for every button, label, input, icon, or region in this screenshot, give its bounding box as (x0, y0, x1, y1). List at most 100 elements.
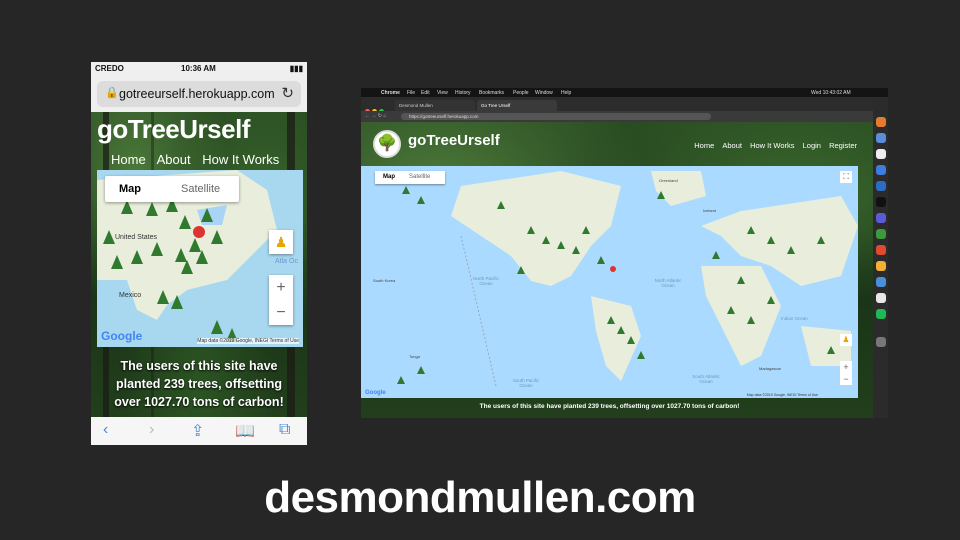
tab-satellite[interactable]: Satellite (181, 183, 220, 195)
location-pin-icon (610, 266, 616, 272)
trash-icon[interactable] (876, 337, 886, 347)
nav-about[interactable]: About (722, 141, 742, 150)
label-south-atlantic: South Atlantic Ocean (692, 374, 720, 384)
share-icon[interactable]: ⇪ (191, 421, 204, 441)
nav-how-it-works[interactable]: How It Works (750, 141, 794, 150)
menu-history[interactable]: History (455, 90, 471, 96)
tab-map[interactable]: Map (383, 174, 395, 180)
tabs-icon[interactable]: ⧉ (279, 421, 290, 439)
map-label-ocean: Atla Oc (275, 258, 298, 265)
web-page: 🌳 goTreeUrself Home About How It Works L… (361, 122, 873, 418)
map-label-mexico: Mexico (119, 292, 142, 299)
phone-nav: Home About How It Works (111, 152, 287, 167)
trees-planted-summary: The users of this site have planted 239 … (479, 403, 740, 410)
label-greenland: Greenland (659, 178, 678, 183)
zoom-out-button[interactable]: − (840, 373, 852, 385)
terminal-icon[interactable] (876, 197, 886, 207)
menubar-clock: Wed 10:43:02 AM (811, 90, 851, 96)
forward-icon[interactable]: › (149, 421, 154, 439)
menu-file[interactable]: File (407, 90, 415, 96)
nav-about[interactable]: About (157, 152, 191, 167)
label-indian: Indian Ocean (781, 316, 808, 321)
label-madagascar: Madagascar (759, 366, 782, 371)
spotify-icon[interactable] (876, 309, 886, 319)
desktop-screenshot: Chrome File Edit View History Bookmarks … (361, 88, 888, 418)
chrome-tab-strip: Desmond Mullen Go Tree Urself (361, 97, 873, 114)
nav-home[interactable]: Home (694, 141, 714, 150)
slack-icon[interactable] (876, 213, 886, 223)
finder-icon[interactable] (876, 133, 886, 143)
zoom-in-button[interactable]: + (840, 361, 852, 373)
nav-how-it-works[interactable]: How It Works (202, 152, 279, 167)
map-label-us: United States (115, 234, 158, 241)
trees-planted-summary: The users of this site have planted 239 … (114, 359, 284, 409)
zoom-in-button[interactable]: + (269, 275, 293, 300)
phone-screenshot: CREDO 10:36 AM ▮▮▮ 🔒 gotreeurself.heroku… (91, 62, 307, 445)
app-icon-2[interactable] (876, 245, 886, 255)
status-time: 10:36 AM (181, 64, 216, 73)
app-title: goTreeUrself (97, 114, 250, 144)
fullscreen-icon[interactable]: ⛶ (840, 171, 852, 183)
url-text: gotreeurself.herokuapp.com (119, 87, 275, 101)
nav-login[interactable]: Login (803, 141, 821, 150)
tab-satellite[interactable]: Satellite (409, 174, 430, 180)
menu-window[interactable]: Window (535, 90, 553, 96)
nav-home[interactable]: Home (111, 152, 146, 167)
tree-logo-icon[interactable]: 🌳 (373, 130, 401, 158)
world-map[interactable]: North Pacific Ocean North Atlantic Ocean… (361, 166, 858, 398)
map-land-layer (397, 171, 858, 387)
app-icon-4[interactable] (876, 277, 886, 287)
pegman-icon[interactable]: ♟ (269, 230, 293, 254)
menu-help[interactable]: Help (561, 90, 571, 96)
site-caption: desmondmullen.com (264, 473, 696, 522)
zoom-out-button[interactable]: − (269, 300, 293, 325)
battery-icon: ▮▮▮ (289, 64, 303, 73)
tab-map[interactable]: Map (119, 183, 141, 195)
label-tonga: Tonga (409, 354, 420, 359)
tab-go-tree-urself[interactable]: Go Tree Urself (477, 100, 557, 111)
nav-register[interactable]: Register (829, 141, 857, 150)
mac-menubar: Chrome File Edit View History Bookmarks … (361, 88, 888, 97)
google-logo: Google (101, 329, 143, 343)
url-field[interactable]: 🔒 gotreeurself.herokuapp.com ↻ (97, 81, 301, 107)
phone-status-bar: CREDO 10:36 AM ▮▮▮ (91, 62, 307, 76)
app-icon[interactable] (876, 229, 886, 239)
label-south-korea: South Korea (373, 278, 396, 283)
label-iceland: Iceland (703, 208, 716, 213)
map-attribution: Map data ©2019 Google, INEGI Terms of Us… (197, 338, 299, 344)
chrome-icon[interactable] (876, 149, 886, 159)
zoom-control: + − (269, 275, 293, 325)
label-north-atlantic: North Atlantic Ocean (654, 278, 682, 288)
menu-chrome[interactable]: Chrome (381, 90, 400, 96)
label-south-pacific: South Pacific Ocean (512, 378, 540, 388)
location-pin-icon (193, 226, 205, 238)
google-logo: Google (365, 390, 386, 396)
firefox-icon[interactable] (876, 117, 886, 127)
map-type-control: Map Satellite (375, 171, 445, 184)
menu-bookmarks[interactable]: Bookmarks (479, 90, 504, 96)
carrier-label: CREDO (95, 64, 124, 73)
app-title: goTreeUrself (408, 132, 500, 149)
nav-buttons[interactable]: ← → ↻ ⌂ (365, 113, 386, 119)
menu-view[interactable]: View (437, 90, 448, 96)
site-nav: Home About How It Works Login Register (688, 141, 857, 150)
tab-desmond-mullen[interactable]: Desmond Mullen (395, 100, 475, 111)
lock-icon: 🔒 (105, 87, 119, 99)
omnibox[interactable]: https://gotreeurself.herokuapp.com (401, 113, 711, 120)
phone-map[interactable]: United States Mexico Atla Oc Map Satelli… (97, 170, 303, 347)
safari-icon[interactable] (876, 165, 886, 175)
app-icon-3[interactable] (876, 261, 886, 271)
pegman-icon[interactable]: ♟ (840, 334, 852, 346)
vscode-icon[interactable] (876, 181, 886, 191)
back-icon[interactable]: ‹ (103, 421, 108, 439)
zoom-control: + − (840, 361, 852, 385)
safari-toolbar: ‹ › ⇪ 📖 ⧉ (91, 417, 307, 445)
menu-people[interactable]: People (513, 90, 529, 96)
menu-edit[interactable]: Edit (421, 90, 430, 96)
map-type-control: Map Satellite (105, 176, 239, 202)
bookmarks-icon[interactable]: 📖 (235, 421, 255, 441)
mac-dock (873, 97, 888, 418)
notes-icon[interactable] (876, 293, 886, 303)
reload-icon[interactable]: ↻ (281, 84, 294, 102)
chrome-toolbar: ← → ↻ ⌂ https://gotreeurself.herokuapp.c… (361, 111, 873, 122)
